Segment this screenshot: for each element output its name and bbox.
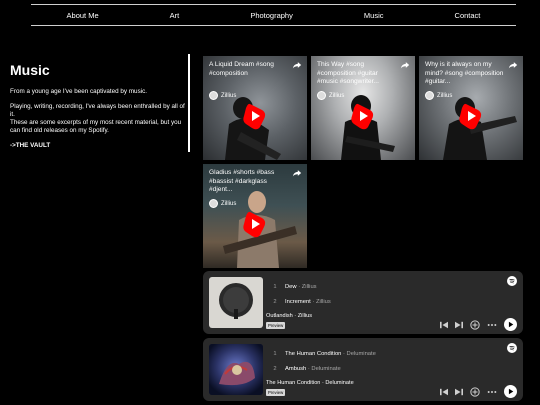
next-track-icon[interactable] bbox=[455, 321, 463, 329]
youtube-play-icon[interactable] bbox=[242, 102, 268, 130]
track-name: Ambush bbox=[285, 365, 307, 372]
share-icon[interactable] bbox=[292, 60, 302, 70]
youtube-play-icon[interactable] bbox=[242, 210, 268, 238]
video-tile-1[interactable]: A Liquid Dream #song #composition Zilliu… bbox=[203, 56, 307, 160]
preview-badge: Preview bbox=[266, 322, 286, 329]
album-art-graphic bbox=[219, 283, 253, 319]
track-list: 1 The Human Condition · Deluminate 2 Ambus… bbox=[271, 346, 376, 376]
play-button-icon[interactable] bbox=[504, 385, 517, 398]
track-row[interactable]: 2 Ambush · Deluminate bbox=[271, 361, 376, 376]
add-to-library-icon[interactable] bbox=[470, 319, 480, 330]
nav-about-me[interactable]: About Me bbox=[67, 11, 99, 20]
video-title: Why is it always on my mind? #song #comp… bbox=[425, 61, 504, 85]
channel-avatar bbox=[317, 91, 326, 100]
nav-contact[interactable]: Contact bbox=[455, 11, 481, 20]
track-number: 2 bbox=[273, 365, 277, 372]
video-title: Gladius #shorts #bass #bassist #darkglas… bbox=[209, 169, 275, 193]
play-button-icon[interactable] bbox=[504, 318, 517, 331]
youtube-play-icon[interactable] bbox=[350, 102, 376, 130]
track-number: 1 bbox=[273, 283, 277, 290]
add-to-library-icon[interactable] bbox=[470, 386, 480, 397]
intro-line-2: Playing, writing, recording, I've always… bbox=[10, 103, 185, 118]
track-artist: Zillius bbox=[301, 283, 317, 290]
page-title: Music bbox=[10, 62, 50, 78]
spotify-logo-icon[interactable] bbox=[507, 276, 517, 286]
next-track-icon[interactable] bbox=[455, 388, 463, 396]
album-art-graphic bbox=[209, 344, 263, 395]
track-name: Increment bbox=[285, 298, 311, 305]
spotify-logo-icon[interactable] bbox=[507, 343, 517, 353]
channel-info[interactable]: Zillius bbox=[425, 91, 452, 100]
channel-name: Zillius bbox=[221, 200, 237, 207]
track-artist: Deluminate bbox=[311, 365, 341, 372]
video-title: This Way #song #composition #guitar #mus… bbox=[317, 61, 379, 85]
share-icon[interactable] bbox=[400, 60, 410, 70]
channel-avatar bbox=[209, 91, 218, 100]
channel-avatar bbox=[209, 199, 218, 208]
previous-track-icon[interactable] bbox=[440, 321, 448, 329]
nav-music[interactable]: Music bbox=[364, 11, 384, 20]
player-controls bbox=[440, 385, 517, 398]
channel-info[interactable]: Zillius bbox=[209, 91, 236, 100]
video-tile-3[interactable]: Why is it always on my mind? #song #comp… bbox=[419, 56, 523, 160]
album-art[interactable] bbox=[209, 344, 263, 395]
track-artist: Deluminate bbox=[346, 350, 376, 357]
preview-badge: Preview bbox=[266, 389, 286, 396]
video-title: A Liquid Dream #song #composition bbox=[209, 61, 274, 77]
channel-name: Zillius bbox=[329, 92, 345, 99]
spotify-embed-the-human-condition[interactable]: 1 The Human Condition · Deluminate 2 Ambus… bbox=[203, 338, 523, 401]
nav-photography[interactable]: Photography bbox=[250, 11, 293, 20]
album-title[interactable]: The Human Condition · Deluminate bbox=[266, 380, 354, 386]
player-controls bbox=[440, 318, 517, 331]
vault-link[interactable]: ->THE VAULT bbox=[10, 142, 186, 150]
top-nav: About Me Art Photography Music Contact bbox=[31, 4, 516, 26]
track-number: 1 bbox=[273, 350, 277, 357]
intro-line-3: These are some excerpts of my most recen… bbox=[10, 119, 182, 134]
youtube-play-icon[interactable] bbox=[458, 102, 484, 130]
intro-paragraph-1: From a young age I've been captivated by… bbox=[10, 88, 148, 95]
track-row[interactable]: 2 Increment · Zillius bbox=[271, 294, 331, 309]
share-icon[interactable] bbox=[508, 60, 518, 70]
video-tile-2[interactable]: This Way #song #composition #guitar #mus… bbox=[311, 56, 415, 160]
channel-avatar bbox=[425, 91, 434, 100]
previous-track-icon[interactable] bbox=[440, 388, 448, 396]
channel-name: Zillius bbox=[221, 92, 237, 99]
album-art[interactable] bbox=[209, 277, 263, 328]
track-list: 1 Dew · Zillius 2 Increment · Zillius bbox=[271, 279, 331, 309]
nav-art[interactable]: Art bbox=[170, 11, 180, 20]
track-artist: Zillius bbox=[315, 298, 331, 305]
vertical-divider bbox=[188, 54, 190, 152]
track-name: The Human Condition bbox=[285, 350, 342, 357]
channel-info[interactable]: Zillius bbox=[317, 91, 344, 100]
track-number: 2 bbox=[273, 298, 277, 305]
channel-name: Zillius bbox=[437, 92, 453, 99]
intro-paragraph-2: Playing, writing, recording, I've always… bbox=[10, 103, 186, 135]
more-options-icon[interactable] bbox=[487, 323, 497, 327]
track-row[interactable]: 1 The Human Condition · Deluminate bbox=[271, 346, 376, 361]
channel-info[interactable]: Zillius bbox=[209, 199, 236, 208]
music-intro: Music From a young age I've been captiva… bbox=[10, 62, 186, 157]
track-name: Dew bbox=[285, 283, 297, 290]
spotify-embed-outlandish[interactable]: 1 Dew · Zillius 2 Increment · Zillius Outl… bbox=[203, 271, 523, 334]
more-options-icon[interactable] bbox=[487, 390, 497, 394]
video-tile-4[interactable]: Gladius #shorts #bass #bassist #darkglas… bbox=[203, 164, 307, 268]
album-title[interactable]: Outlandish · Zillius bbox=[266, 313, 312, 319]
track-row[interactable]: 1 Dew · Zillius bbox=[271, 279, 331, 294]
share-icon[interactable] bbox=[292, 168, 302, 178]
